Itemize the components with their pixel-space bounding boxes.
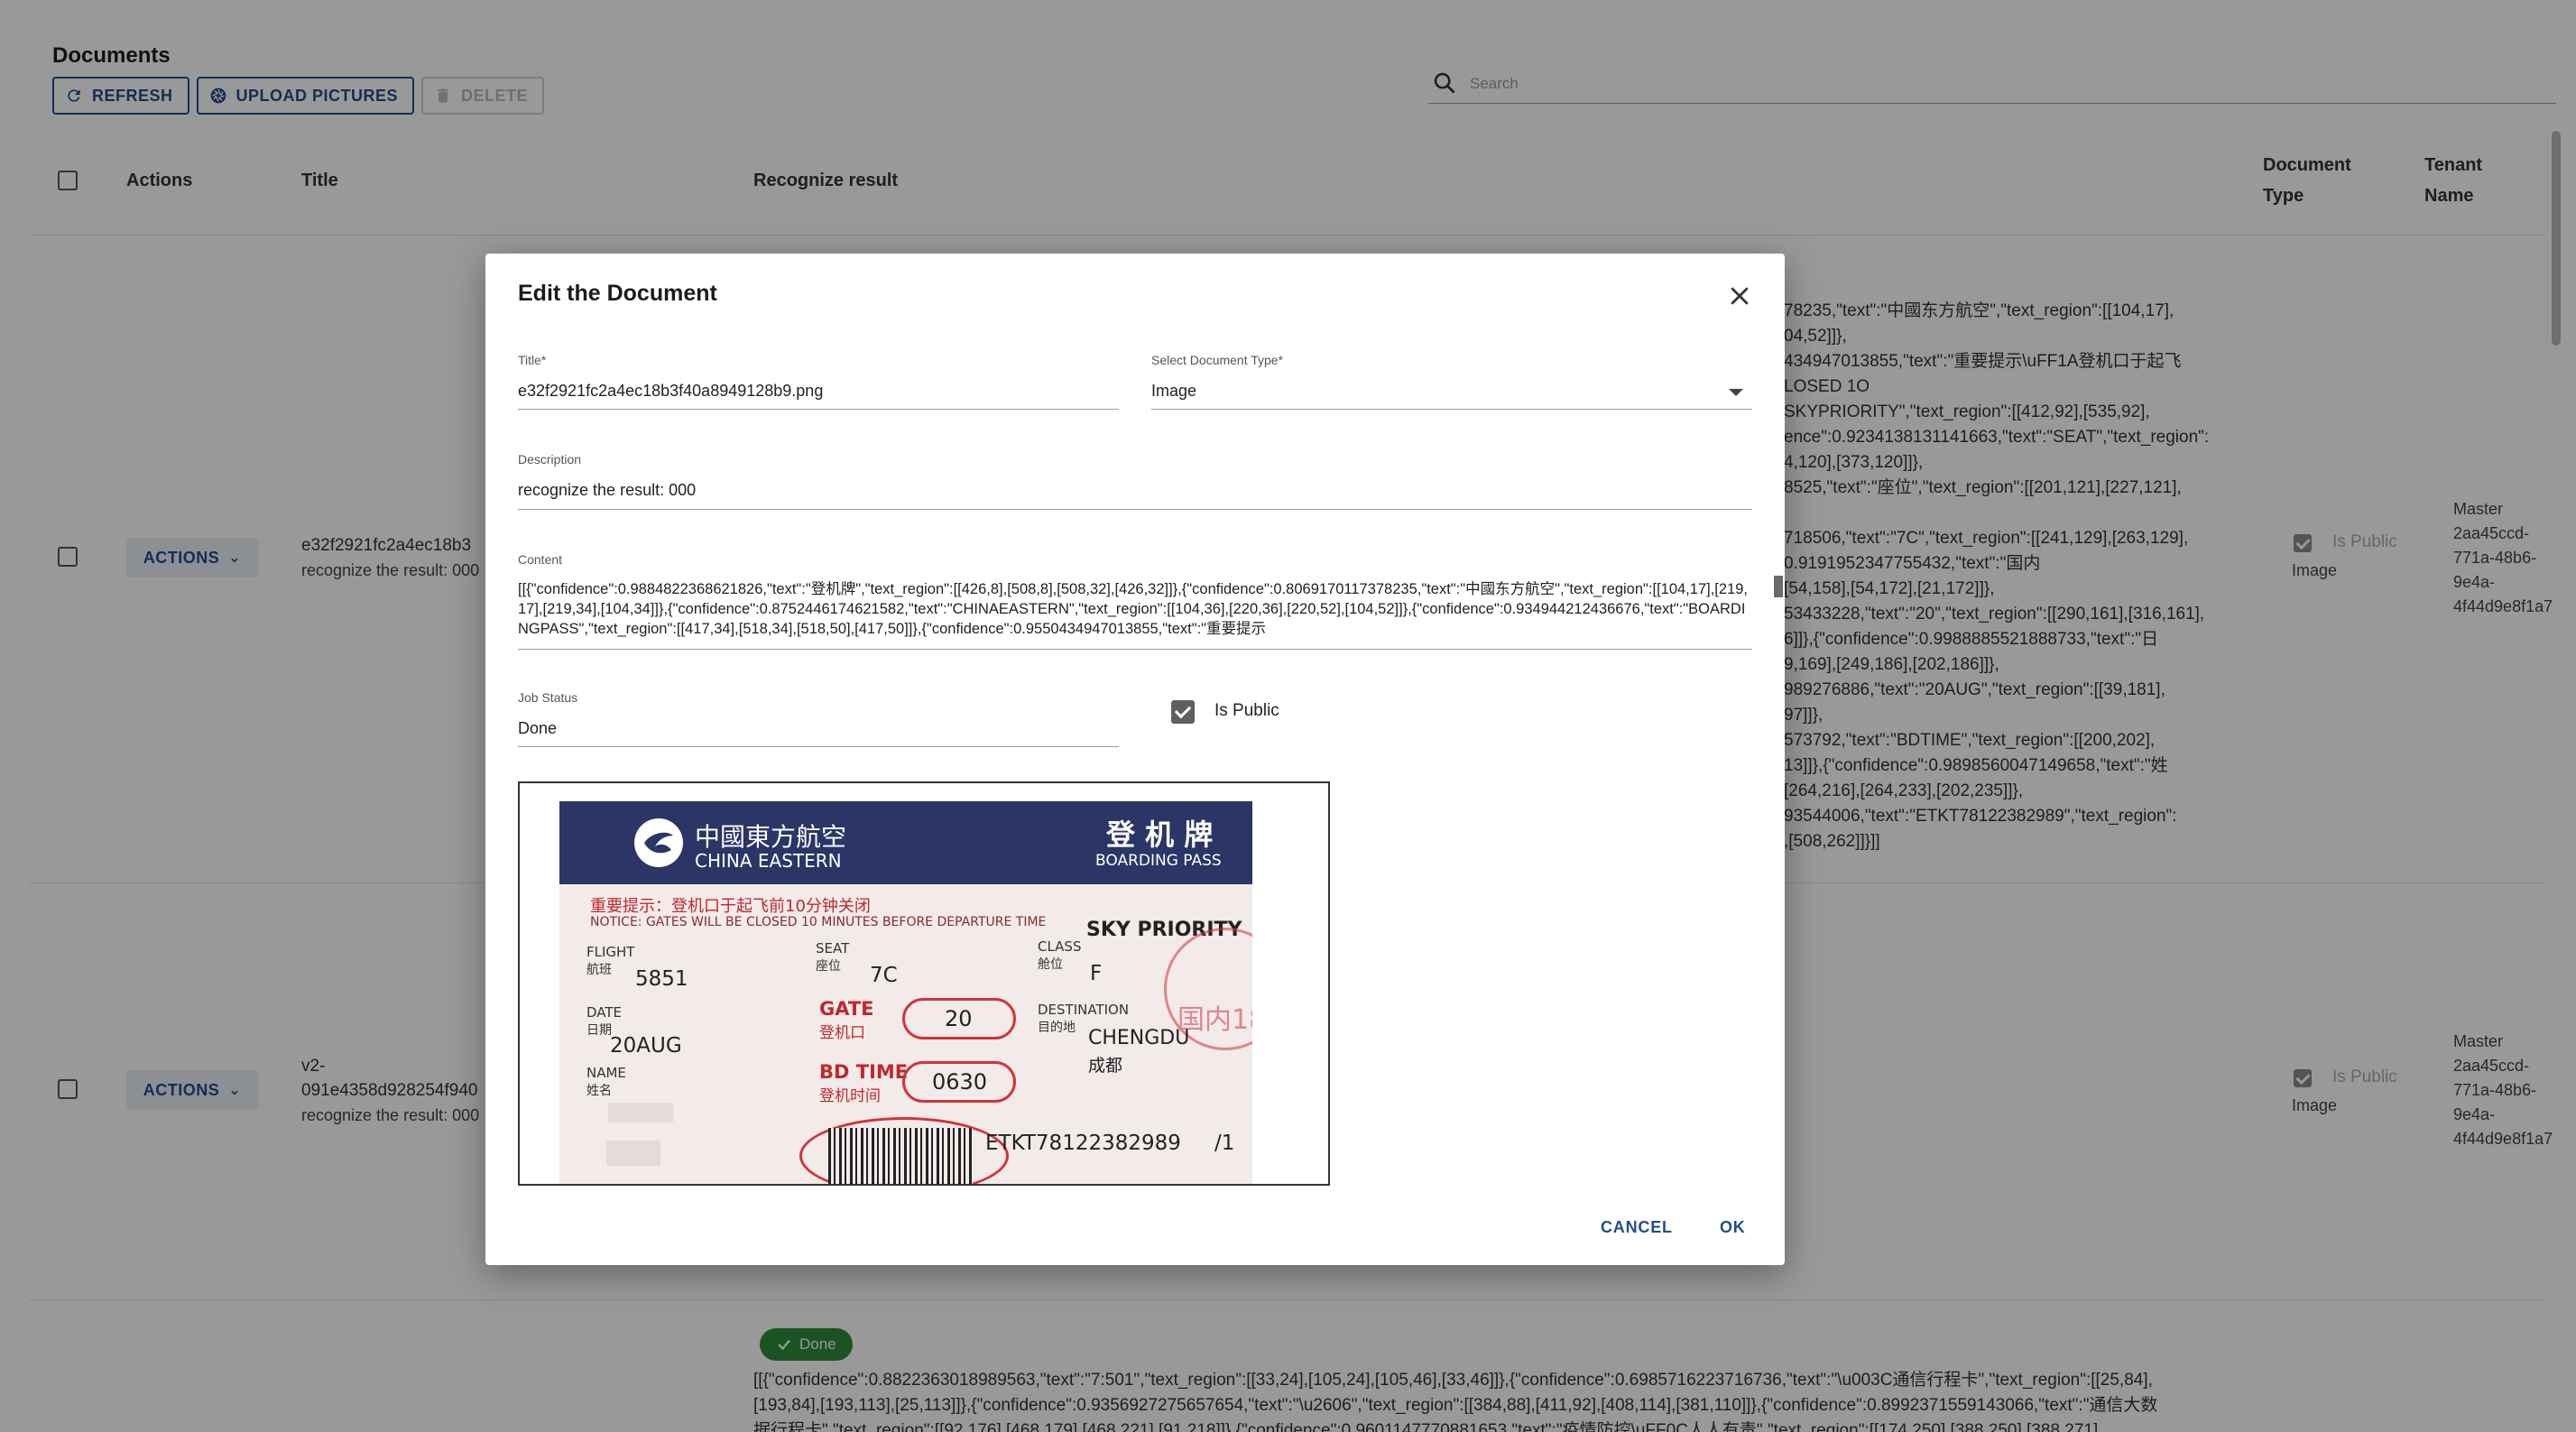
date-value: 20AUG [610,1034,682,1058]
destination-value: CHENGDU [1088,1027,1190,1049]
documents-page: Documents REFRESH UPLOAD PICTURES DELETE… [0,0,2576,1432]
class-label-cn: 舱位 [1038,957,1063,972]
destination-label-cn: 目的地 [1038,1021,1076,1035]
is-public-checkbox[interactable] [1171,700,1195,724]
gate-value: 20 [945,1006,973,1031]
etkt-number: ETKT78122382989 [985,1132,1181,1155]
bdtime-label-cn: 登机时间 [819,1087,881,1105]
name-label: NAME [586,1065,626,1081]
destination-label: DESTINATION [1038,1002,1130,1018]
name-label-cn: 姓名 [586,1084,612,1098]
content-value: [[{"confidence":0.9884822368621826,"text… [518,581,1748,637]
close-icon[interactable] [1726,282,1753,309]
class-label: CLASS [1038,938,1082,955]
document-type-value: Image [1151,382,1197,400]
airline-name-en: CHINA EASTERN [695,850,842,872]
ok-button[interactable]: OK [1720,1218,1746,1237]
gate-circle: 20 [902,998,1016,1039]
boarding-pass-image: 中國東方航空 CHINA EASTERN 登 机 牌 BOARDING PASS… [559,801,1252,1184]
bdtime-circle: 0630 [902,1061,1016,1103]
title-field-label: Title* [518,353,547,367]
page-mark: /1 [1214,1132,1235,1155]
seat-label: SEAT [816,940,850,956]
is-public-label: Is Public [1214,701,1279,720]
notice-en: NOTICE: GATES WILL BE CLOSED 10 MINUTES … [590,915,1047,929]
content-textarea[interactable]: Content [[{"confidence":0.98848223686218… [518,552,1783,650]
date-label: DATE [586,1004,623,1021]
flight-label-cn: 航班 [586,963,612,977]
name-redaction [608,1103,673,1123]
document-type-select[interactable]: Select Document Type* Image [1151,353,1752,410]
flight-value: 5851 [635,967,688,991]
boarding-pass-title-cn: 登 机 牌 [1106,818,1214,852]
seat-label-cn: 座位 [816,959,841,974]
job-status-field[interactable]: Job Status Done [518,690,1119,747]
title-field-value: e32f2921fc2a4ec18b3f40a8949128b9.png [518,382,824,400]
title-field[interactable]: Title* e32f2921fc2a4ec18b3f40a8949128b9.… [518,353,1119,410]
destination-value-cn: 成都 [1088,1056,1123,1076]
document-image-preview: 中國東方航空 CHINA EASTERN 登 机 牌 BOARDING PASS… [518,781,1330,1186]
bdtime-value: 0630 [932,1069,988,1095]
document-type-label: Select Document Type* [1151,353,1284,367]
qr-code [828,1128,973,1184]
dialog-title: Edit the Document [518,281,717,306]
name-redaction [606,1141,660,1166]
flight-label: FLIGHT [586,944,635,960]
description-field[interactable]: Description recognize the result: 000 [518,452,1752,510]
notice-cn: 重要提示：登机口于起飞前10分钟关闭 [590,897,871,916]
bdtime-label: BD TIME [819,1061,909,1083]
class-value: F [1090,962,1103,985]
job-status-value: Done [518,719,558,737]
boarding-pass-title-en: BOARDING PASS [1095,852,1222,870]
airline-name-cn: 中國東方航空 [695,822,847,852]
edit-document-dialog: Edit the Document Title* e32f2921fc2a4ec… [485,254,1785,1265]
boarding-pass-header: 中國東方航空 CHINA EASTERN 登 机 牌 BOARDING PASS [559,801,1252,884]
job-status-label: Job Status [518,690,578,705]
content-label: Content [518,552,563,567]
airline-logo [634,818,683,867]
description-value: recognize the result: 000 [518,481,697,499]
date-label-cn: 日期 [586,1023,612,1038]
gate-label: GATE [819,998,874,1020]
dropdown-arrow-icon [1729,389,1743,396]
cancel-button[interactable]: CANCEL [1601,1218,1673,1237]
seat-value: 7C [870,964,898,987]
gate-label-cn: 登机口 [819,1024,865,1042]
content-scrollbar[interactable] [1774,576,1783,597]
description-label: Description [518,452,582,467]
